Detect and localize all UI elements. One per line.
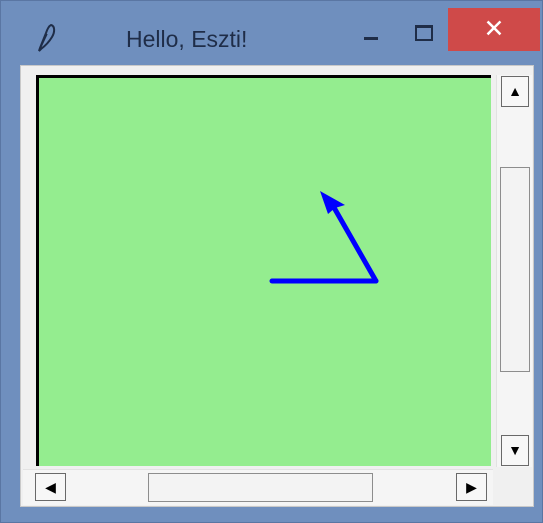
close-button[interactable]: ✕: [448, 8, 540, 51]
window-title: Hello, Eszti!: [126, 26, 248, 52]
minimize-button[interactable]: [348, 19, 393, 55]
scroll-down-button[interactable]: ▼: [501, 435, 529, 466]
title-bar[interactable]: Hello, Eszti! ✕: [1, 1, 543, 71]
app-window: Hello, Eszti! ✕ ▲ ▼ ◀ ▶: [0, 0, 543, 523]
horizontal-scrollbar[interactable]: ◀ ▶: [23, 469, 493, 505]
client-area: ▲ ▼ ◀ ▶: [20, 65, 534, 507]
turtle-arrow-head: [320, 191, 345, 214]
vertical-scroll-thumb[interactable]: [500, 167, 530, 372]
scroll-up-button[interactable]: ▲: [501, 76, 529, 107]
maximize-button[interactable]: [401, 19, 446, 55]
drawing-canvas[interactable]: [36, 75, 491, 466]
scroll-left-button[interactable]: ◀: [35, 473, 66, 501]
scroll-right-button[interactable]: ▶: [456, 473, 487, 501]
feather-icon: [38, 23, 56, 52]
turtle-drawing: [269, 191, 379, 284]
diagonal-stroke: [329, 201, 379, 284]
vertical-scrollbar[interactable]: ▲ ▼: [496, 75, 532, 467]
horizontal-scroll-thumb[interactable]: [148, 473, 373, 502]
scrollbar-corner: [496, 469, 532, 505]
